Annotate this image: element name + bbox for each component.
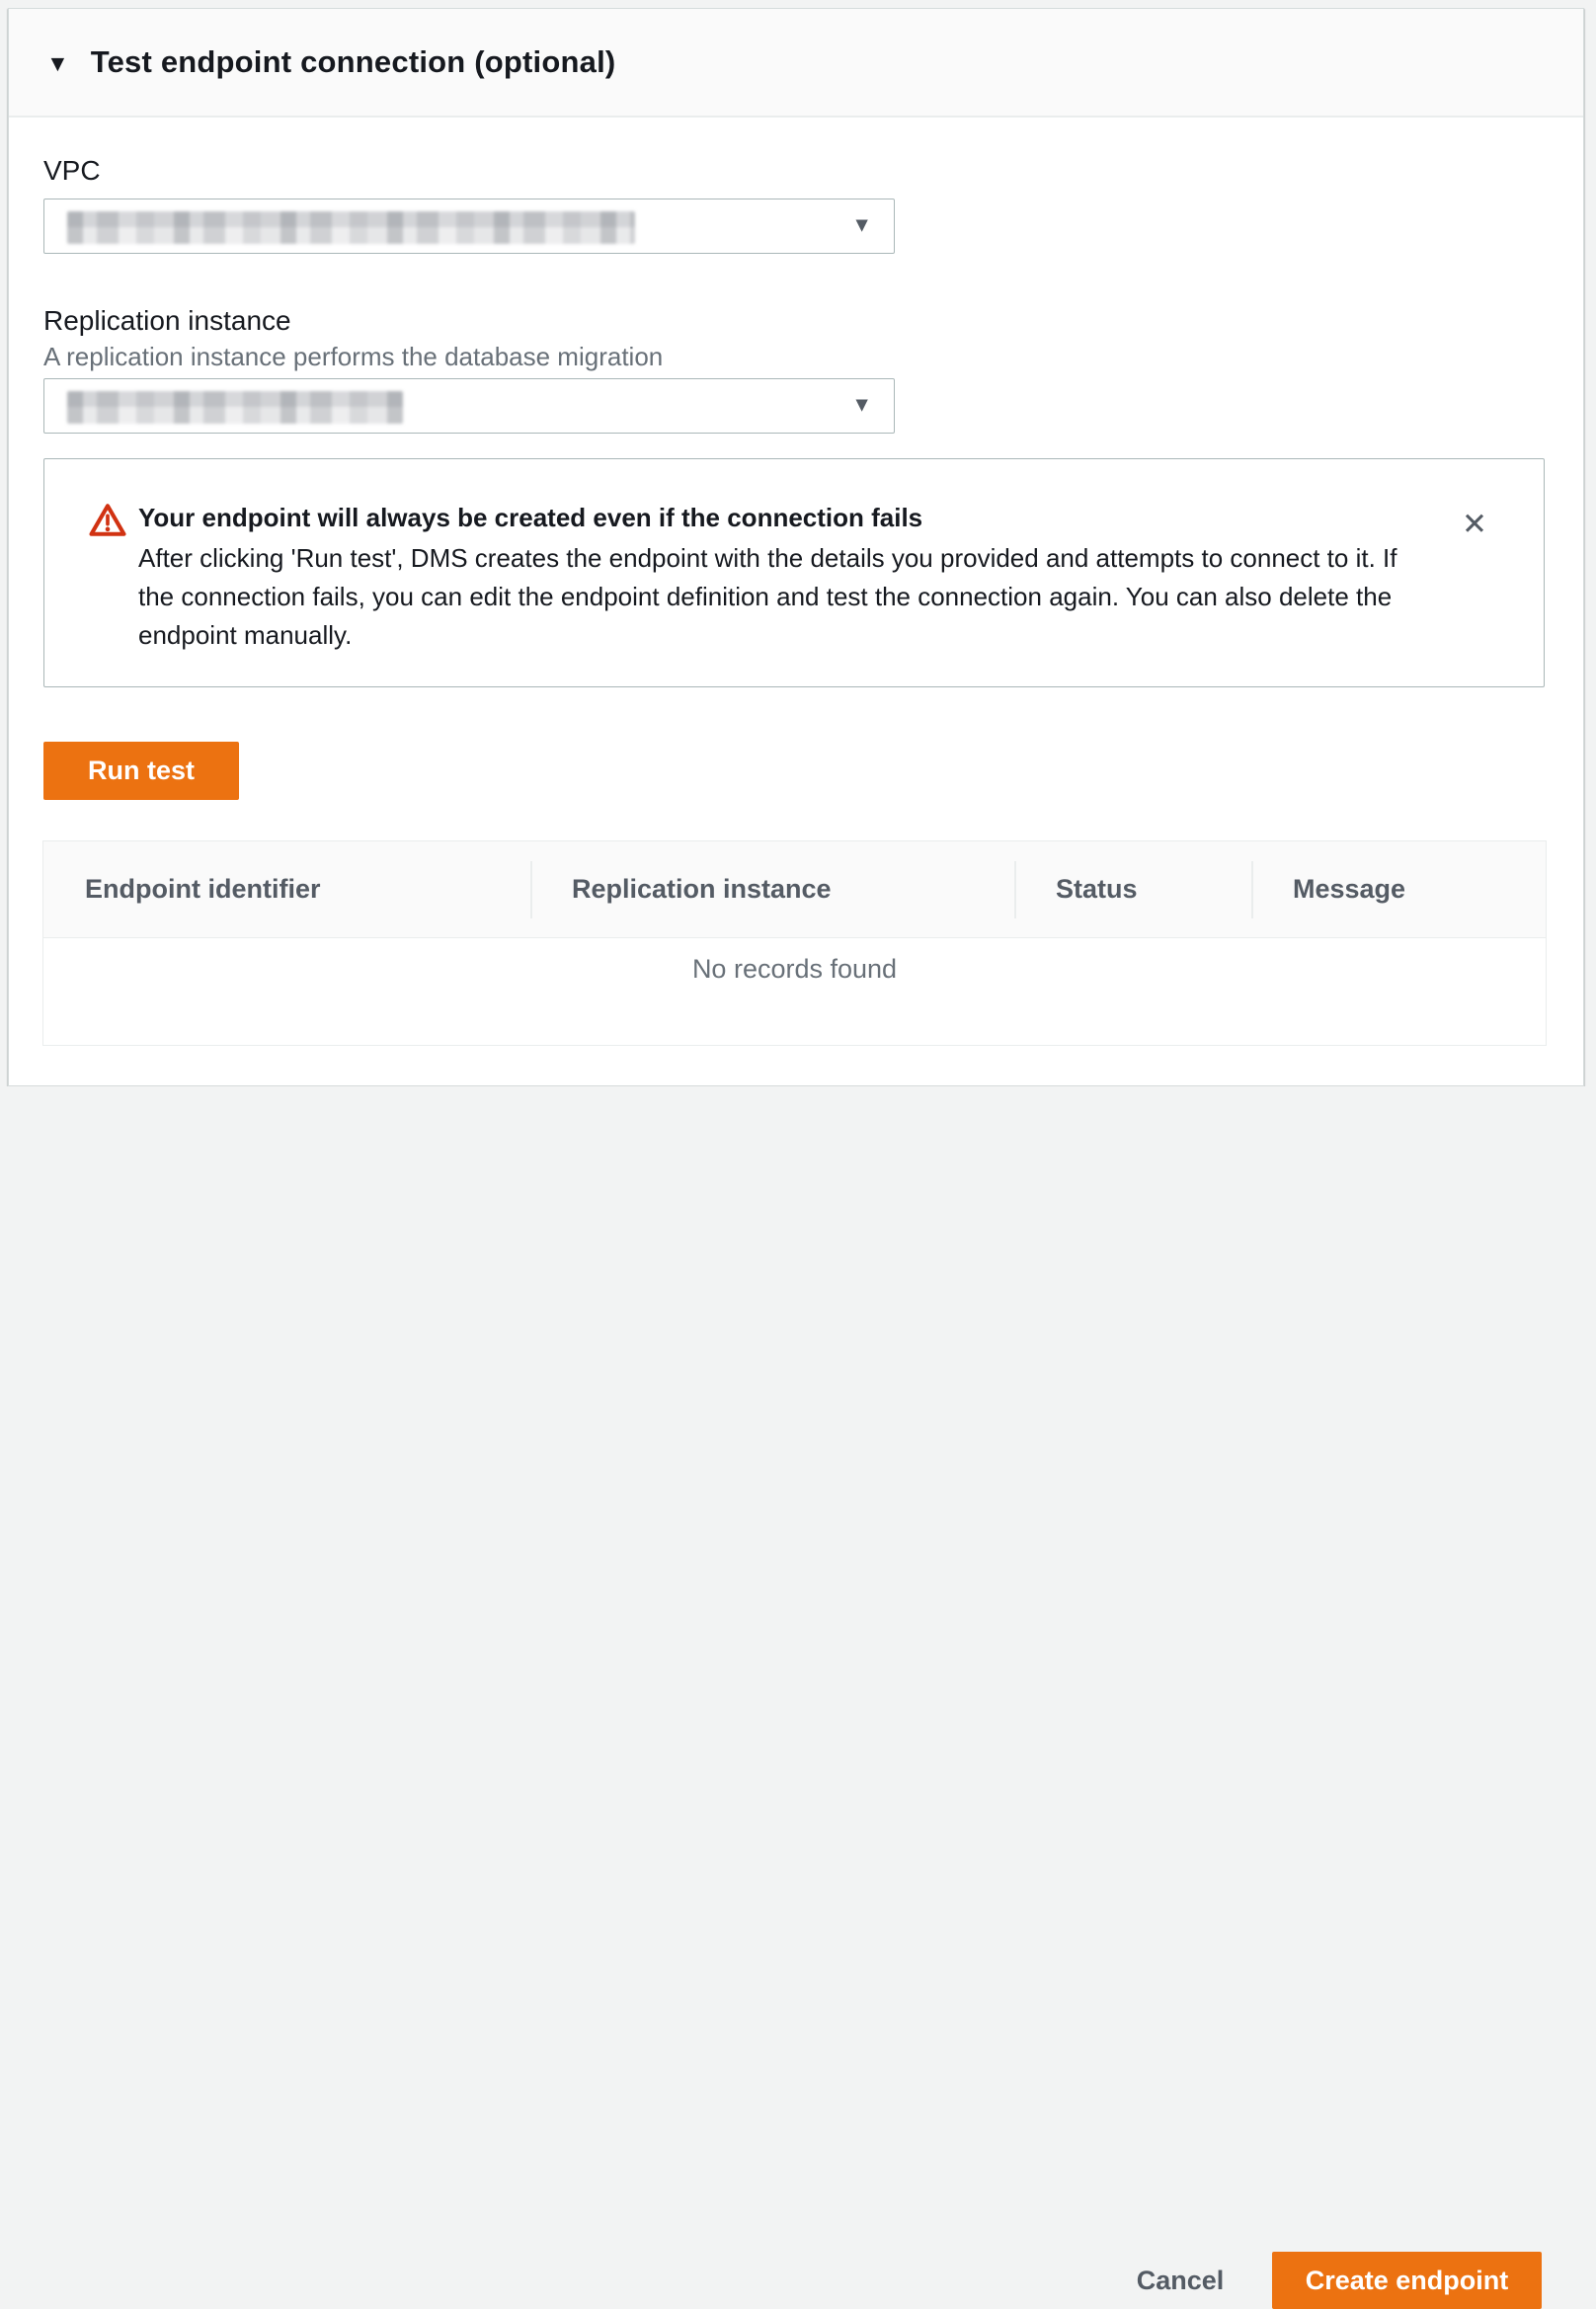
test-results-table: Endpoint identifier Replication instance… xyxy=(42,840,1547,1046)
wizard-footer: Cancel Create endpoint xyxy=(0,1086,1596,1242)
replication-instance-select[interactable]: ▼ xyxy=(43,378,895,434)
warning-banner: Your endpoint will always be created eve… xyxy=(43,458,1545,687)
warning-triangle-icon xyxy=(89,503,126,542)
vpc-select[interactable]: ▼ xyxy=(43,199,895,254)
chevron-down-icon: ▼ xyxy=(851,215,872,236)
column-header-message: Message xyxy=(1251,874,1546,905)
panel-title: Test endpoint connection (optional) xyxy=(91,44,616,80)
warning-body: After clicking 'Run test', DMS creates t… xyxy=(138,539,1422,655)
cancel-button[interactable]: Cancel xyxy=(1126,2252,1235,2309)
run-test-button[interactable]: Run test xyxy=(43,742,239,800)
table-empty-state: No records found xyxy=(43,938,1546,1046)
panel-header[interactable]: ▼ Test endpoint connection (optional) xyxy=(9,9,1583,118)
close-icon: ✕ xyxy=(1462,507,1487,541)
page: ▼ Test endpoint connection (optional) VP… xyxy=(0,0,1596,1242)
column-header-replication-instance: Replication instance xyxy=(530,874,1014,905)
warning-title: Your endpoint will always be created eve… xyxy=(138,501,1422,534)
table-header-row: Endpoint identifier Replication instance… xyxy=(43,841,1546,938)
replication-instance-label: Replication instance xyxy=(43,304,291,338)
vpc-selected-value-redacted xyxy=(67,211,635,244)
column-header-endpoint-identifier: Endpoint identifier xyxy=(43,874,530,905)
vpc-label: VPC xyxy=(43,154,101,188)
replication-instance-selected-value-redacted xyxy=(67,391,403,424)
dismiss-warning-button[interactable]: ✕ xyxy=(1453,503,1496,546)
chevron-down-icon: ▼ xyxy=(851,395,872,416)
replication-instance-description: A replication instance performs the data… xyxy=(43,342,663,371)
column-header-status: Status xyxy=(1014,874,1251,905)
create-endpoint-button[interactable]: Create endpoint xyxy=(1272,2252,1542,2309)
test-endpoint-panel: ▼ Test endpoint connection (optional) VP… xyxy=(8,8,1584,1086)
collapse-caret-icon[interactable]: ▼ xyxy=(46,52,69,75)
